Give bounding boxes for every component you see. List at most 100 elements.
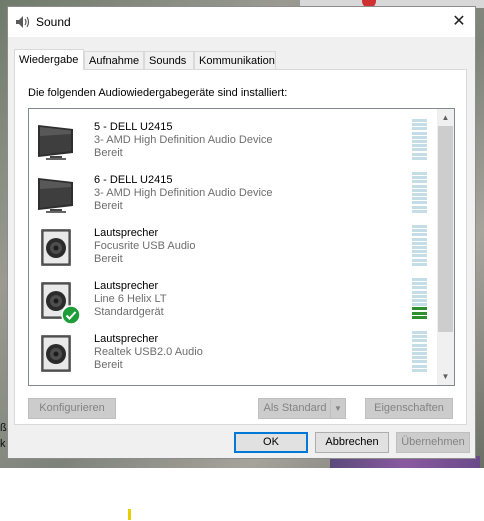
- speaker-icon: [35, 226, 77, 268]
- device-item[interactable]: Lautsprecher Line 6 Helix LT Standardgerät: [29, 273, 439, 326]
- set-default-dropdown-icon[interactable]: ▼: [330, 399, 345, 418]
- meter-segment: [412, 258, 427, 262]
- volume-meter: [412, 172, 427, 214]
- meter-segment: [412, 278, 427, 281]
- device-item[interactable]: Lautsprecher Focusrite USB Audio Bereit: [29, 220, 439, 273]
- volume-meter: [412, 331, 427, 373]
- device-status: Bereit: [94, 359, 123, 371]
- meter-segment: [412, 364, 427, 368]
- yellow-marker: [128, 509, 131, 520]
- scroll-up-icon[interactable]: ▲: [437, 109, 454, 126]
- configure-button[interactable]: Konfigurieren: [28, 398, 116, 419]
- device-description: Line 6 Helix LT: [94, 293, 167, 305]
- playback-panel: Die folgenden Audiowiedergabegeräte sind…: [14, 69, 467, 425]
- volume-meter: [412, 119, 427, 161]
- tab-wiedergabe[interactable]: Wiedergabe: [14, 49, 84, 70]
- set-default-button[interactable]: Als Standard ▼: [258, 398, 346, 419]
- ok-button[interactable]: OK: [234, 432, 308, 453]
- device-name: Lautsprecher: [94, 333, 159, 345]
- meter-segment: [412, 131, 427, 135]
- meter-segment: [412, 286, 427, 290]
- meter-segment: [412, 209, 427, 213]
- meter-segment: [412, 315, 427, 319]
- device-status: Bereit: [94, 253, 123, 265]
- tab-kommunikation[interactable]: Kommunikation: [194, 51, 276, 69]
- meter-segment: [412, 262, 427, 266]
- meter-segment: [412, 254, 427, 258]
- tab-aufnahme[interactable]: Aufnahme: [84, 51, 144, 69]
- scroll-thumb[interactable]: [438, 126, 453, 332]
- meter-segment: [412, 241, 427, 245]
- volume-meter: [412, 225, 427, 267]
- meter-segment: [412, 144, 427, 148]
- meter-segment: [412, 335, 427, 339]
- scroll-down-icon[interactable]: ▼: [437, 368, 454, 385]
- meter-segment: [412, 250, 427, 254]
- device-name: 5 - DELL U2415: [94, 121, 173, 133]
- window-title: Sound: [36, 15, 71, 29]
- meter-segment: [412, 172, 427, 175]
- meter-segment: [412, 360, 427, 364]
- meter-segment: [412, 156, 427, 160]
- properties-button[interactable]: Eigenschaften: [365, 398, 453, 419]
- device-item[interactable]: Lautsprecher Realtek USB2.0 Audio Bereit: [29, 326, 439, 379]
- meter-segment: [412, 246, 427, 249]
- meter-segment: [412, 343, 427, 347]
- speaker-app-icon: [16, 16, 30, 28]
- monitor-icon: [35, 120, 77, 162]
- meter-segment: [412, 303, 427, 307]
- meter-segment: [412, 233, 427, 237]
- device-status: Bereit: [94, 147, 123, 159]
- meter-segment: [412, 127, 427, 131]
- meter-segment: [412, 180, 427, 184]
- meter-segment: [412, 237, 427, 241]
- device-list-scrollbar[interactable]: ▲ ▼: [437, 109, 454, 385]
- meter-segment: [412, 188, 427, 192]
- device-description: 3- AMD High Definition Audio Device: [94, 187, 273, 199]
- meter-segment: [412, 339, 427, 343]
- device-status: Standardgerät: [94, 306, 164, 318]
- device-list[interactable]: 5 - DELL U2415 3- AMD High Definition Aud…: [28, 108, 455, 386]
- meter-segment: [412, 176, 427, 180]
- speaker-icon: [35, 279, 81, 325]
- meter-segment: [412, 201, 427, 205]
- meter-segment: [412, 197, 427, 201]
- device-description: 3- AMD High Definition Audio Device: [94, 134, 273, 146]
- meter-segment: [412, 140, 427, 143]
- sound-dialog: Sound ✕ Wiedergabe Aufnahme Sounds Kommu…: [7, 6, 476, 459]
- meter-segment: [412, 356, 427, 360]
- panel-heading: Die folgenden Audiowiedergabegeräte sind…: [28, 87, 288, 99]
- meter-segment: [412, 352, 427, 355]
- meter-segment: [412, 135, 427, 139]
- tab-sounds[interactable]: Sounds: [144, 51, 194, 69]
- meter-segment: [412, 347, 427, 351]
- device-item[interactable]: 5 - DELL U2415 3- AMD High Definition Aud…: [29, 114, 439, 167]
- cancel-button[interactable]: Abbrechen: [315, 432, 389, 453]
- close-icon[interactable]: ✕: [449, 13, 469, 31]
- device-description: Realtek USB2.0 Audio: [94, 346, 203, 358]
- device-name: Lautsprecher: [94, 227, 159, 239]
- device-description: Focusrite USB Audio: [94, 240, 196, 252]
- meter-segment: [412, 193, 427, 196]
- meter-segment: [412, 290, 427, 294]
- device-name: Lautsprecher: [94, 280, 159, 292]
- device-name: 6 - DELL U2415: [94, 174, 173, 186]
- apply-button[interactable]: Übernehmen: [396, 432, 470, 453]
- device-status: Bereit: [94, 200, 123, 212]
- meter-segment: [412, 307, 427, 311]
- monitor-icon: [35, 173, 77, 215]
- meter-segment: [412, 331, 427, 334]
- meter-segment: [412, 205, 427, 209]
- meter-segment: [412, 184, 427, 188]
- set-default-label: Als Standard: [263, 402, 327, 414]
- speaker-icon: [35, 332, 77, 374]
- meter-segment: [412, 282, 427, 286]
- meter-segment: [412, 119, 427, 122]
- meter-segment: [412, 148, 427, 152]
- volume-meter: [412, 278, 427, 320]
- background-text: ß k: [0, 422, 7, 450]
- meter-segment: [412, 299, 427, 302]
- meter-segment: [412, 152, 427, 156]
- device-item[interactable]: 6 - DELL U2415 3- AMD High Definition Aud…: [29, 167, 439, 220]
- title-bar[interactable]: Sound ✕: [8, 7, 475, 37]
